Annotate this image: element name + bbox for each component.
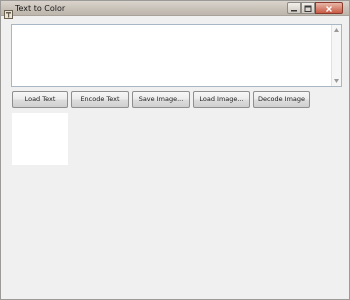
text-input-area[interactable] <box>11 24 342 87</box>
load-image-button[interactable]: Load Image... <box>193 91 250 108</box>
maximize-button[interactable] <box>301 2 315 14</box>
close-icon <box>326 6 332 12</box>
close-button[interactable] <box>315 2 343 14</box>
scroll-down-arrow-icon[interactable] <box>334 79 339 83</box>
app-icon <box>4 4 13 19</box>
minimize-button[interactable] <box>287 2 301 14</box>
image-preview <box>12 113 68 165</box>
minimize-icon <box>291 10 297 12</box>
maximize-icon <box>304 5 312 12</box>
window-title: Text to Color <box>15 4 66 13</box>
main-window: Text to Color Load Text Encode Text Save… <box>0 0 350 300</box>
vertical-scrollbar[interactable] <box>331 25 341 86</box>
scroll-up-arrow-icon[interactable] <box>334 28 339 32</box>
decode-image-button[interactable]: Decode Image <box>253 91 310 108</box>
title-bar[interactable]: Text to Color <box>1 1 349 19</box>
save-image-button[interactable]: Save Image... <box>132 91 190 108</box>
encode-text-button[interactable]: Encode Text <box>71 91 129 108</box>
load-text-button[interactable]: Load Text <box>12 91 68 108</box>
